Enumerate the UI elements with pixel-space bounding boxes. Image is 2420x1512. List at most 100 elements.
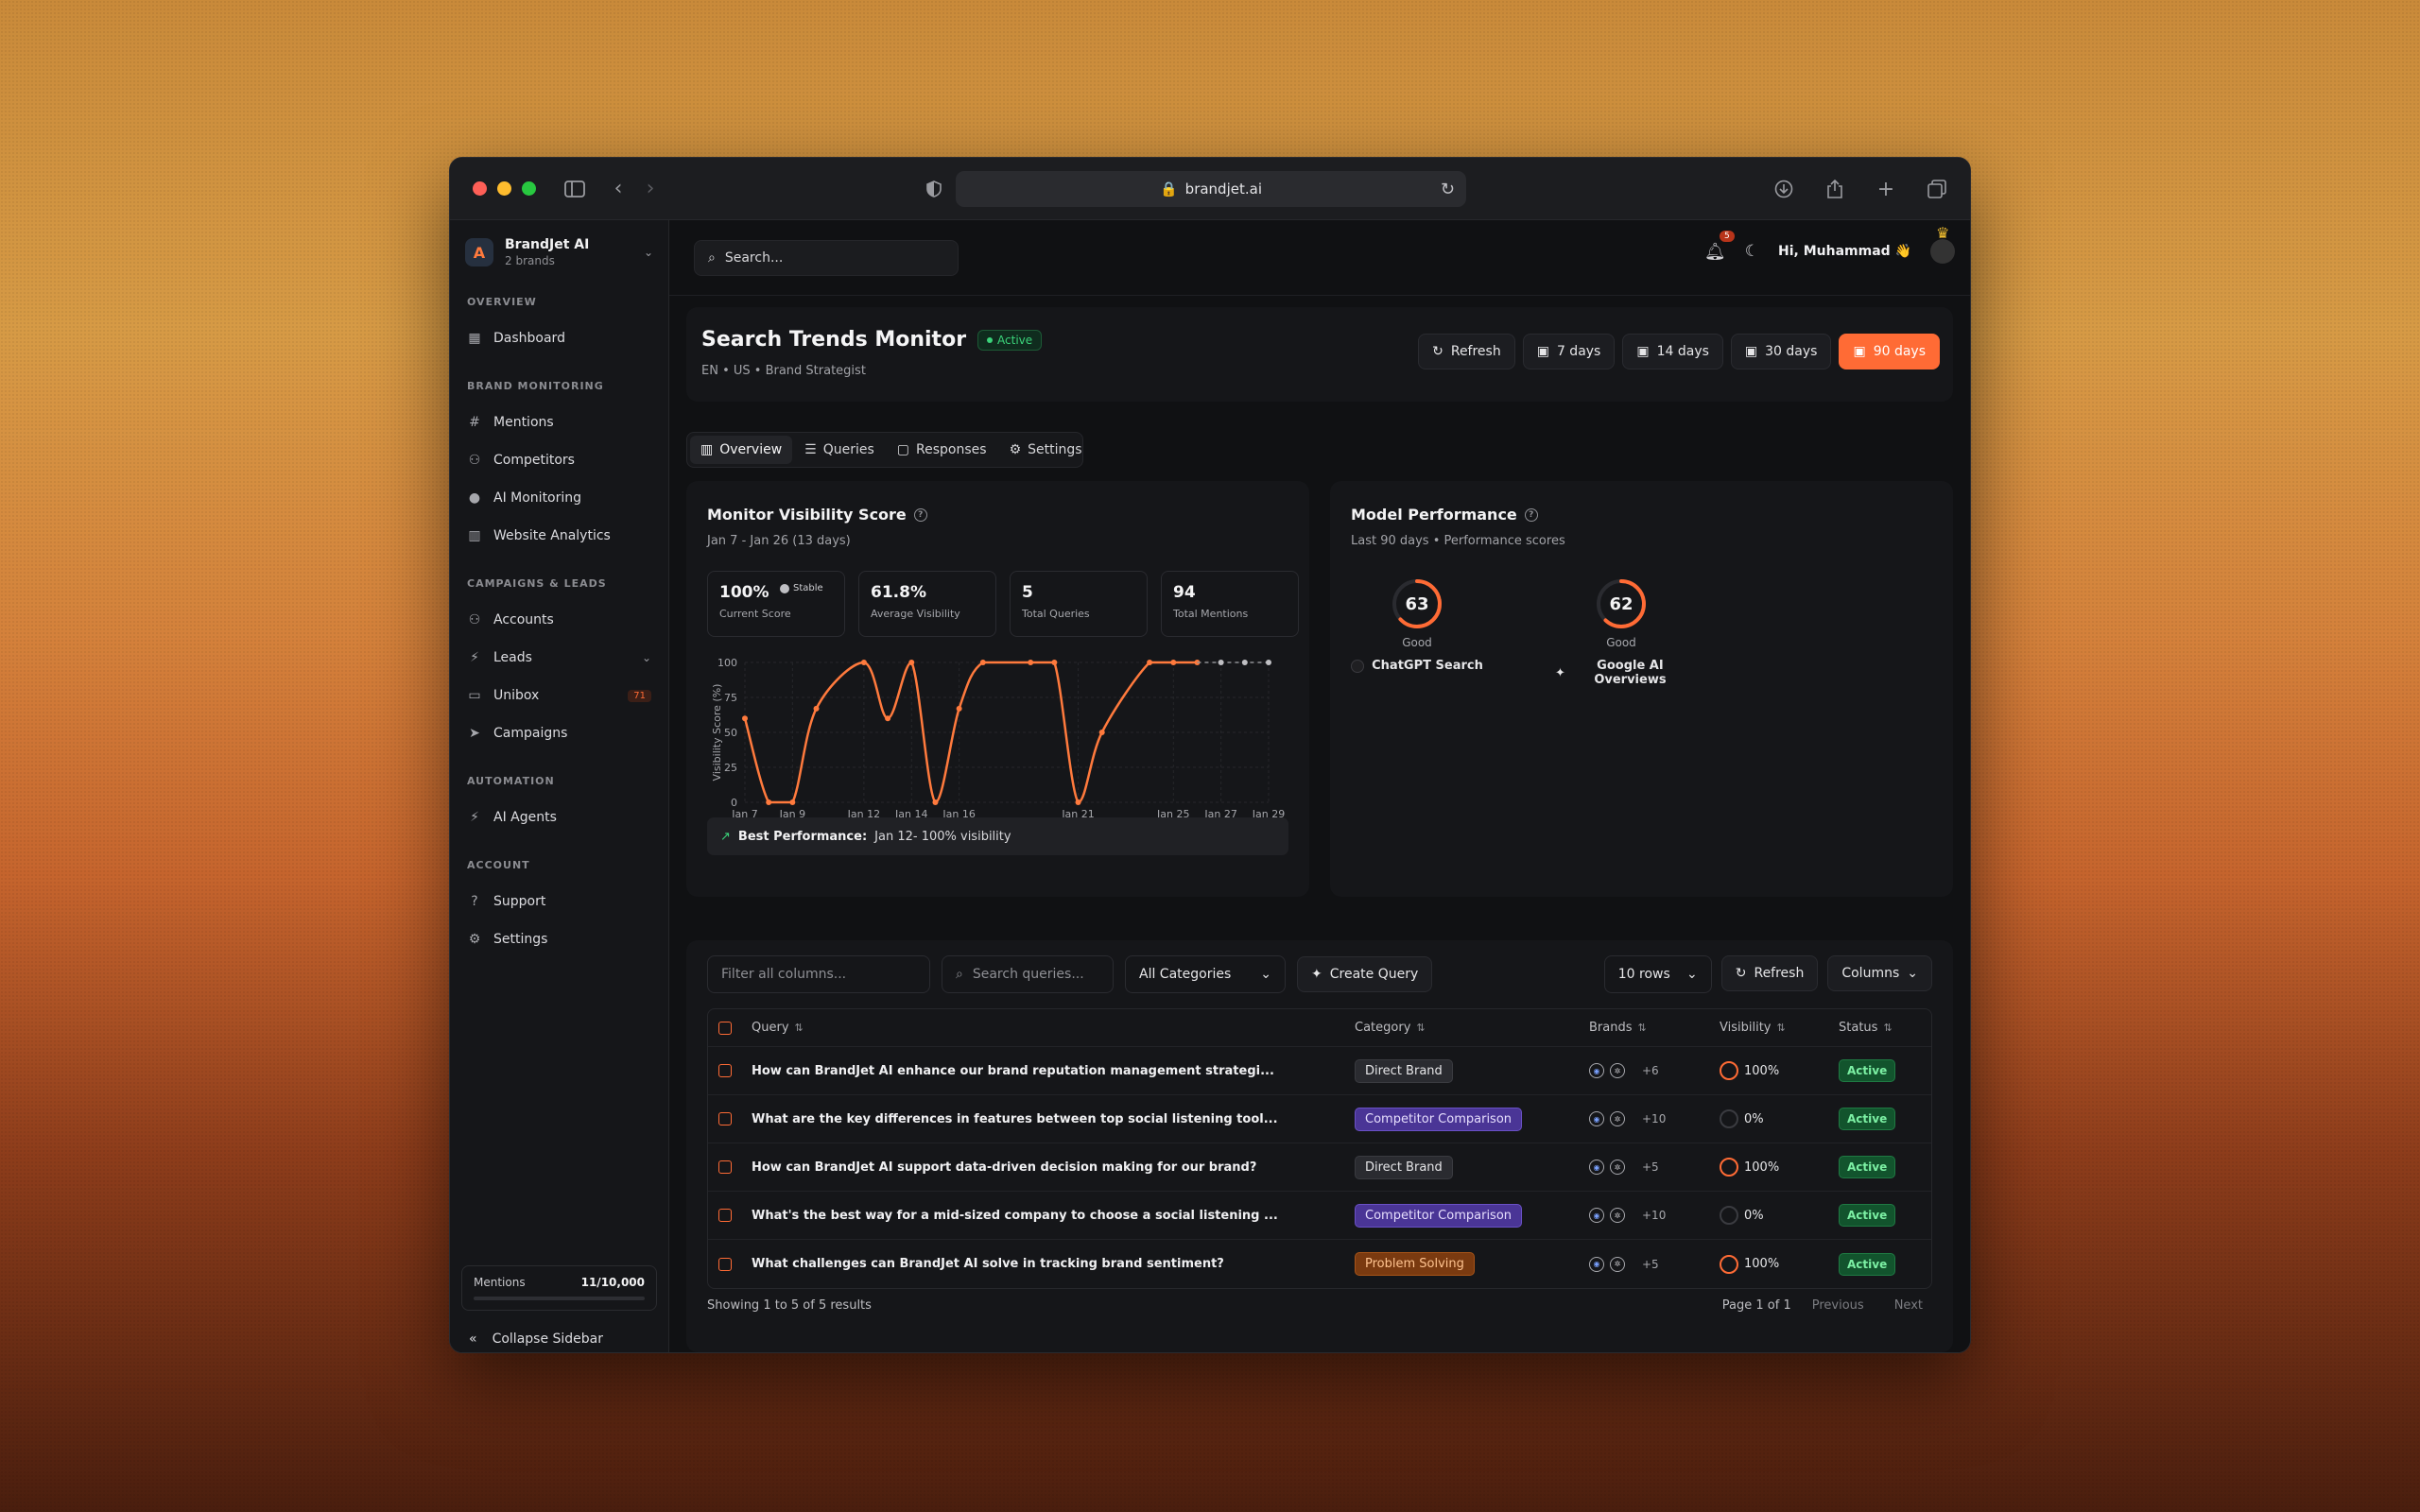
column-header-visibility[interactable]: Visibility ⇅ [1710,1021,1829,1035]
sidebar-item-competitors[interactable]: ⚇ Competitors [450,441,668,479]
column-header-category[interactable]: Category ⇅ [1345,1021,1580,1035]
table-row[interactable]: What are the key differences in features… [708,1095,1931,1143]
tab-overview[interactable]: ▥ Overview [690,436,793,464]
select-all-checkbox[interactable] [718,1021,732,1035]
data-point [1147,660,1153,665]
global-search-input[interactable]: ⌕ Search... [694,239,959,276]
sidebar-item-ai-agents[interactable]: ⚡ AI Agents [450,799,668,836]
new-tab-icon[interactable]: + [1870,173,1902,205]
reload-icon[interactable]: ↻ [1441,180,1455,199]
tab-label: Queries [822,442,874,457]
collapse-sidebar-button[interactable]: « Collapse Sidebar [469,1332,603,1347]
query-text[interactable]: What's the best way for a mid-sized comp… [742,1209,1345,1223]
category-select[interactable]: All Categories ⌄ [1125,955,1286,993]
range-14-days-button[interactable]: ▣ 14 days [1622,334,1723,369]
search-placeholder: Search queries... [972,967,1084,982]
section-label-account: ACCOUNT [467,859,530,871]
sidebar-item-website-analytics[interactable]: ▥ Website Analytics [450,517,668,555]
query-text[interactable]: What challenges can BrandJet AI solve in… [742,1257,1345,1271]
data-point [979,660,986,665]
table-row[interactable]: How can BrandJet AI enhance our brand re… [708,1047,1931,1095]
gemini-icon: ✦ [1555,665,1565,680]
column-header-brands[interactable]: Brands ⇅ [1580,1021,1710,1035]
tabs-overview-icon[interactable] [1921,173,1953,205]
url-text: brandjet.ai [1184,180,1262,198]
mercedes-icon: ✲ [1610,1256,1625,1272]
table-row[interactable]: How can BrandJet AI support data-driven … [708,1143,1931,1192]
status-badge: Active [1839,1204,1896,1227]
sidebar-item-support[interactable]: ? Support [450,883,668,920]
stat-total-mentions: 94 Total Mentions [1161,571,1299,637]
query-text[interactable]: What are the key differences in features… [742,1112,1345,1126]
sidebar-item-leads[interactable]: ⚡ Leads ⌄ [450,639,668,677]
range-30-days-button[interactable]: ▣ 30 days [1730,334,1832,369]
row-checkbox[interactable] [718,1209,732,1222]
download-icon[interactable] [1768,173,1800,205]
maximize-window-button[interactable] [522,181,536,196]
tab-label: Overview [719,442,783,457]
previous-page-button[interactable]: Previous [1803,1293,1874,1318]
table-row[interactable]: What challenges can BrandJet AI solve in… [708,1240,1931,1288]
columns-button[interactable]: Columns ⌄ [1827,955,1932,991]
share-icon[interactable] [1819,173,1851,205]
row-checkbox[interactable] [718,1257,732,1271]
sidebar-item-unibox[interactable]: ▭ Unibox 71 [450,677,668,714]
row-checkbox[interactable] [718,1112,732,1125]
column-header-query[interactable]: Query ⇅ [742,1021,1345,1035]
more-brands-count: +5 [1642,1257,1659,1271]
sort-icon: ⇅ [1776,1022,1786,1034]
filter-columns-input[interactable]: Filter all columns... [707,955,930,993]
sidebar-item-label: Website Analytics [493,528,611,543]
visibility-value: 100% [1744,1160,1780,1175]
visibility-line-chart: 0255075100Jan 7 Jan 9 Jan 12 Jan 14 Jan 16 Ja… [711,657,1285,820]
tab-responses[interactable]: ▢ Responses [887,436,997,464]
brand-count: 2 brands [505,254,555,267]
bmw-icon: ◉ [1589,1063,1604,1078]
range-label: 30 days [1765,344,1818,359]
browser-window: ‹ › 🔒 brandjet.ai ↻ + A BrandJet AI 2 br… [449,157,1971,1353]
range-90-days-button[interactable]: ▣ 90 days [1839,334,1940,369]
moon-icon: ☾ [1744,242,1760,261]
refresh-button[interactable]: ↻ Refresh [1418,334,1515,369]
notifications-button[interactable]: 🔔︎ 5 [1704,230,1735,262]
close-window-button[interactable] [473,181,487,196]
forward-icon[interactable]: › [634,173,666,205]
visibility-ring-icon [1720,1061,1738,1080]
bolt-icon: ⚡ [470,650,479,665]
column-header-status[interactable]: Status ⇅ [1829,1021,1914,1035]
table-row[interactable]: What's the best way for a mid-sized comp… [708,1192,1931,1240]
rows-per-page-select[interactable]: 10 rows ⌄ [1603,955,1712,993]
tab-settings[interactable]: ⚙ Settings [999,436,1093,464]
search-queries-input[interactable]: ⌕ Search queries... [942,955,1114,993]
create-query-button[interactable]: ✦ Create Query [1297,956,1433,992]
sidebar-item-label: Mentions [493,415,554,430]
sidebar-item-settings[interactable]: ⚙ Settings [450,920,668,958]
sidebar-item-dashboard[interactable]: ▦ Dashboard [450,319,668,357]
minimize-window-button[interactable] [497,181,511,196]
brand-switcher[interactable]: A BrandJet AI 2 brands ⌄ [450,220,668,284]
sidebar-item-ai-monitoring[interactable]: ● AI Monitoring [450,479,668,517]
sidebar-item-accounts[interactable]: ⚇ Accounts [450,601,668,639]
next-page-button[interactable]: Next [1885,1293,1932,1318]
dark-mode-toggle[interactable]: ☾ [1745,242,1759,261]
card-subtitle: Jan 7 - Jan 26 (13 days) [707,534,851,548]
range-7-days-button[interactable]: ▣ 7 days [1522,334,1616,369]
table-refresh-button[interactable]: ↻ Refresh [1720,955,1819,991]
query-text[interactable]: How can BrandJet AI enhance our brand re… [742,1064,1345,1078]
address-bar[interactable]: 🔒 brandjet.ai ↻ [956,171,1466,207]
row-checkbox[interactable] [718,1160,732,1174]
avatar[interactable]: ♛ [1930,224,1955,264]
sidebar-toggle-icon[interactable] [559,173,591,205]
sidebar: A BrandJet AI 2 brands ⌄ OVERVIEW ▦ Dash… [450,220,669,1352]
privacy-shield-icon[interactable] [918,173,950,205]
sidebar-item-campaigns[interactable]: ➤ Campaigns [450,714,668,752]
sidebar-item-mentions[interactable]: # Mentions [450,404,668,441]
tab-label: Responses [916,442,987,457]
tab-queries[interactable]: ☰ Queries [794,436,885,464]
help-icon[interactable]: ? [1524,507,1538,522]
chevron-down-icon: ⌄ [643,246,653,259]
query-text[interactable]: How can BrandJet AI support data-driven … [742,1160,1345,1175]
row-checkbox[interactable] [718,1064,732,1077]
back-icon[interactable]: ‹ [602,173,634,205]
help-icon[interactable]: ? [913,507,927,522]
